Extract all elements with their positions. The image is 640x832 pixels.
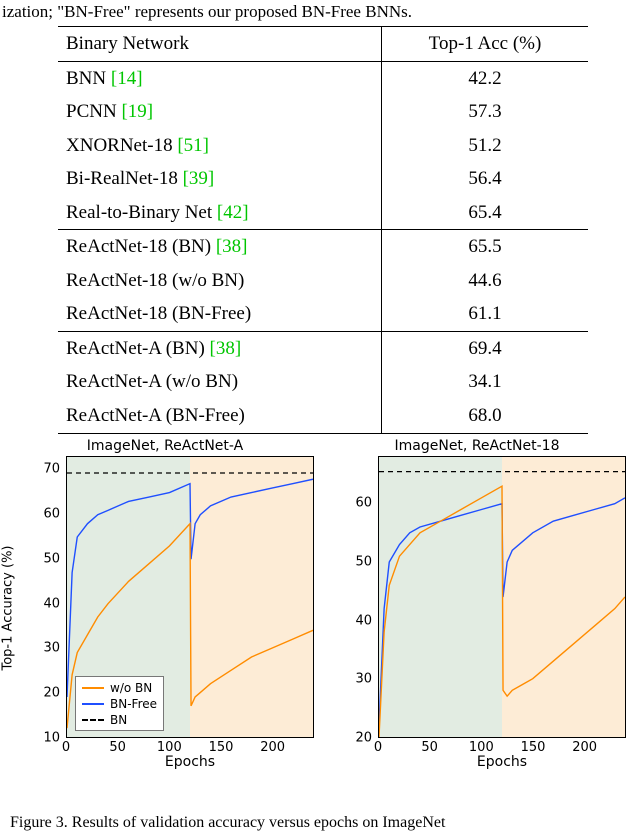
y-ticks: 10203040506070 [36, 456, 64, 738]
acc-value: 51.2 [382, 129, 589, 163]
citation[interactable]: [39] [183, 168, 215, 189]
legend-swatch-wo [82, 687, 104, 689]
table-row: BNN [14] 42.2 [58, 61, 588, 95]
legend: w/o BN BN-Free BN [75, 676, 164, 731]
chart-reactnet-a: ImageNet, ReActNet-A Top-1 Accuracy (%) … [10, 438, 320, 778]
x-ticks: 050100150200 [66, 740, 314, 754]
network-name: ReActNet-A (w/o BN) [66, 371, 238, 392]
results-table: Binary Network Top-1 Acc (%) BNN [14] 42.… [58, 26, 588, 434]
x-axis-label: Epochs [378, 754, 626, 770]
chart-reactnet-18: ImageNet, ReActNet-18 2030405060 0501001… [322, 438, 632, 778]
figure-caption-fragment: Figure 3. Results of validation accuracy… [10, 814, 630, 832]
acc-value: 44.6 [382, 264, 589, 298]
table-row: ReActNet-A (w/o BN) 34.1 [58, 365, 588, 399]
network-name: ReActNet-A (BN) [66, 338, 210, 359]
table-row: ReActNet-A (BN) [38] 69.4 [58, 331, 588, 365]
page: ization; "BN-Free" represents our propos… [0, 0, 640, 832]
network-name: ReActNet-A (BN-Free) [66, 405, 245, 426]
y-axis-label: Top-1 Accuracy (%) [1, 545, 16, 670]
col-header-network: Binary Network [58, 27, 382, 62]
plot-area [378, 456, 626, 738]
col-header-acc: Top-1 Acc (%) [382, 27, 589, 62]
legend-label: w/o BN [110, 681, 152, 695]
acc-value: 65.4 [382, 196, 589, 230]
acc-value: 68.0 [382, 399, 589, 433]
x-ticks: 050100150200 [378, 740, 626, 754]
table-row: ReActNet-18 (BN-Free) 61.1 [58, 297, 588, 331]
table-row: Real-to-Binary Net [42] 65.4 [58, 196, 588, 230]
figure-3: ImageNet, ReActNet-A Top-1 Accuracy (%) … [10, 438, 630, 808]
citation[interactable]: [42] [217, 202, 249, 223]
caption-fragment-top: ization; "BN-Free" represents our propos… [2, 2, 412, 22]
y-ticks: 2030405060 [348, 456, 376, 738]
network-name: ReActNet-18 (BN) [66, 236, 216, 257]
acc-value: 57.3 [382, 95, 589, 129]
acc-value: 34.1 [382, 365, 589, 399]
legend-label: BN-Free [110, 697, 157, 711]
acc-value: 69.4 [382, 331, 589, 365]
x-axis-label: Epochs [66, 754, 314, 770]
acc-value: 56.4 [382, 162, 589, 196]
chart-title: ImageNet, ReActNet-A [10, 438, 320, 454]
citation[interactable]: [38] [216, 236, 248, 257]
legend-swatch-bn [82, 719, 104, 721]
acc-value: 42.2 [382, 61, 589, 95]
citation[interactable]: [51] [177, 135, 209, 156]
table-row: ReActNet-A (BN-Free) 68.0 [58, 399, 588, 433]
network-name: XNORNet-18 [66, 135, 177, 156]
table-row: ReActNet-18 (BN) [38] 65.5 [58, 230, 588, 264]
network-name: Real-to-Binary Net [66, 202, 217, 223]
legend-label: BN [110, 713, 127, 727]
network-name: PCNN [66, 101, 121, 122]
network-name: BNN [66, 68, 111, 89]
network-name: ReActNet-18 (BN-Free) [66, 303, 251, 324]
citation[interactable]: [14] [111, 68, 143, 89]
acc-value: 65.5 [382, 230, 589, 264]
table-row: ReActNet-18 (w/o BN) 44.6 [58, 264, 588, 298]
acc-value: 61.1 [382, 297, 589, 331]
legend-swatch-bnfree [82, 703, 104, 705]
network-name: Bi-RealNet-18 [66, 168, 183, 189]
plot-area: w/o BN BN-Free BN [66, 456, 314, 738]
network-name: ReActNet-18 (w/o BN) [66, 270, 244, 291]
table-row: PCNN [19] 57.3 [58, 95, 588, 129]
table-row: Bi-RealNet-18 [39] 56.4 [58, 162, 588, 196]
citation[interactable]: [38] [210, 338, 242, 359]
plot-svg [379, 457, 625, 737]
citation[interactable]: [19] [121, 101, 153, 122]
table-row: XNORNet-18 [51] 51.2 [58, 129, 588, 163]
chart-title: ImageNet, ReActNet-18 [322, 438, 632, 454]
